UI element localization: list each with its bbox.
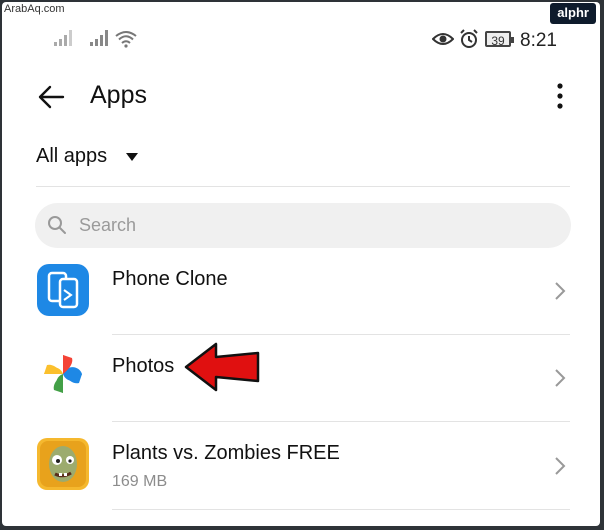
app-name: Plants vs. Zombies FREE [112, 442, 340, 464]
signal-icon [54, 30, 74, 46]
list-item-plants-vs-zombies[interactable]: Plants vs. Zombies FREE 169 MB [2, 424, 600, 512]
brand-logo: alphr [550, 3, 596, 24]
search-placeholder: Search [79, 215, 137, 235]
plants-vs-zombies-icon [37, 438, 89, 490]
chevron-right-icon [555, 282, 566, 300]
eye-icon [432, 33, 454, 45]
red-arrow-pointer-icon [184, 342, 260, 392]
watermark-text: ArabAq.com [4, 3, 65, 15]
clock-time: 8:21 [520, 30, 557, 51]
divider [112, 421, 570, 422]
status-bar: 39 8:21 [2, 24, 600, 56]
app-name: Photos [112, 355, 175, 377]
chevron-right-icon [555, 457, 566, 475]
battery-icon: 39 [485, 31, 514, 48]
signal-icon [90, 30, 110, 46]
dropdown-triangle-icon [126, 153, 138, 161]
alarm-icon [460, 29, 478, 48]
app-name: Phone Clone [112, 268, 228, 290]
filter-label: All apps [36, 145, 108, 167]
chevron-right-icon [555, 369, 566, 387]
search-input[interactable]: Search [35, 203, 571, 248]
divider [112, 509, 570, 510]
page-title: Apps [90, 81, 147, 109]
divider [36, 186, 570, 187]
wifi-icon [115, 31, 137, 48]
phone-screen: 39 8:21 Apps All apps Search Phone Clone [2, 2, 600, 526]
list-item-photos[interactable]: Photos [2, 335, 600, 423]
phone-clone-icon [37, 264, 89, 316]
google-photos-icon [44, 355, 82, 393]
app-size: 169 MB [112, 473, 168, 490]
list-item-phone-clone[interactable]: Phone Clone [2, 258, 600, 346]
more-vert-icon[interactable] [550, 82, 570, 112]
search-icon [48, 216, 66, 234]
back-arrow-icon[interactable] [36, 82, 66, 112]
